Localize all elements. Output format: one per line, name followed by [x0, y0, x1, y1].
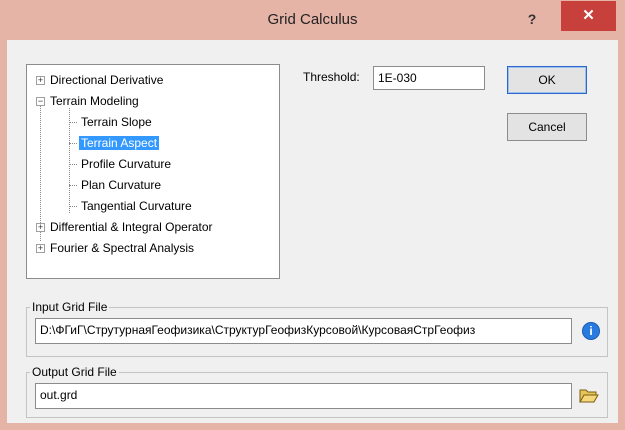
window-frame-right — [618, 40, 625, 430]
output-grid-label: Output Grid File — [30, 365, 119, 379]
tree-item-label: Plan Curvature — [81, 178, 162, 192]
input-grid-label: Input Grid File — [30, 300, 110, 314]
tree-item-label: Differential & Integral Operator — [50, 220, 213, 234]
tree-item-terrain-slope[interactable]: Terrain Slope — [79, 113, 154, 131]
tree-item-label: Terrain Aspect — [79, 136, 160, 150]
tree-item-terrain-modeling[interactable]: Terrain Modeling — [48, 92, 141, 110]
tree-item-directional-derivative[interactable]: Directional Derivative — [48, 71, 165, 89]
tree-item-label: Profile Curvature — [81, 157, 172, 171]
tree-item-label: Terrain Modeling — [50, 94, 139, 108]
title-bar: Grid Calculus ? ✕ — [0, 0, 625, 40]
threshold-label: Threshold: — [303, 70, 360, 84]
tree-connector — [69, 164, 77, 165]
tree-item-label: Tangential Curvature — [81, 199, 192, 213]
operation-tree[interactable]: + Directional Derivative − Terrain Model… — [26, 64, 280, 279]
tree-item-label: Directional Derivative — [50, 73, 164, 87]
ok-button[interactable]: OK — [507, 66, 587, 94]
tree-item-label: Fourier & Spectral Analysis — [50, 241, 195, 255]
cancel-button[interactable]: Cancel — [507, 113, 587, 141]
tree-connector — [69, 122, 77, 123]
tree-item-tangential-curvature[interactable]: Tangential Curvature — [79, 197, 194, 215]
tree-connector — [69, 108, 70, 213]
window-frame-left — [0, 40, 7, 430]
expand-icon[interactable]: + — [36, 76, 45, 85]
input-grid-field[interactable]: D:\ФГиГ\СтрутурнаяГеофизика\СтруктурГеоф… — [35, 318, 572, 344]
tree-item-plan-curvature[interactable]: Plan Curvature — [79, 176, 163, 194]
open-folder-icon[interactable] — [579, 386, 599, 404]
output-grid-field[interactable]: out.grd — [35, 383, 572, 409]
threshold-input[interactable] — [373, 66, 485, 90]
tree-item-terrain-aspect[interactable]: Terrain Aspect — [79, 134, 160, 152]
tree-connector — [69, 143, 77, 144]
tree-item-fourier-spectral-analysis[interactable]: Fourier & Spectral Analysis — [48, 239, 196, 257]
tree-item-profile-curvature[interactable]: Profile Curvature — [79, 155, 173, 173]
collapse-icon[interactable]: − — [36, 97, 45, 106]
tree-connector — [69, 206, 77, 207]
expand-icon[interactable]: + — [36, 244, 45, 253]
tree-item-label: Terrain Slope — [81, 115, 152, 129]
help-button[interactable]: ? — [520, 8, 544, 30]
expand-icon[interactable]: + — [36, 223, 45, 232]
tree-connector — [40, 103, 41, 241]
info-icon[interactable]: i — [582, 322, 600, 340]
tree-connector — [69, 185, 77, 186]
window-frame-bottom — [0, 423, 625, 430]
tree-item-differential-integral-operator[interactable]: Differential & Integral Operator — [48, 218, 215, 236]
close-button[interactable]: ✕ — [561, 1, 616, 31]
